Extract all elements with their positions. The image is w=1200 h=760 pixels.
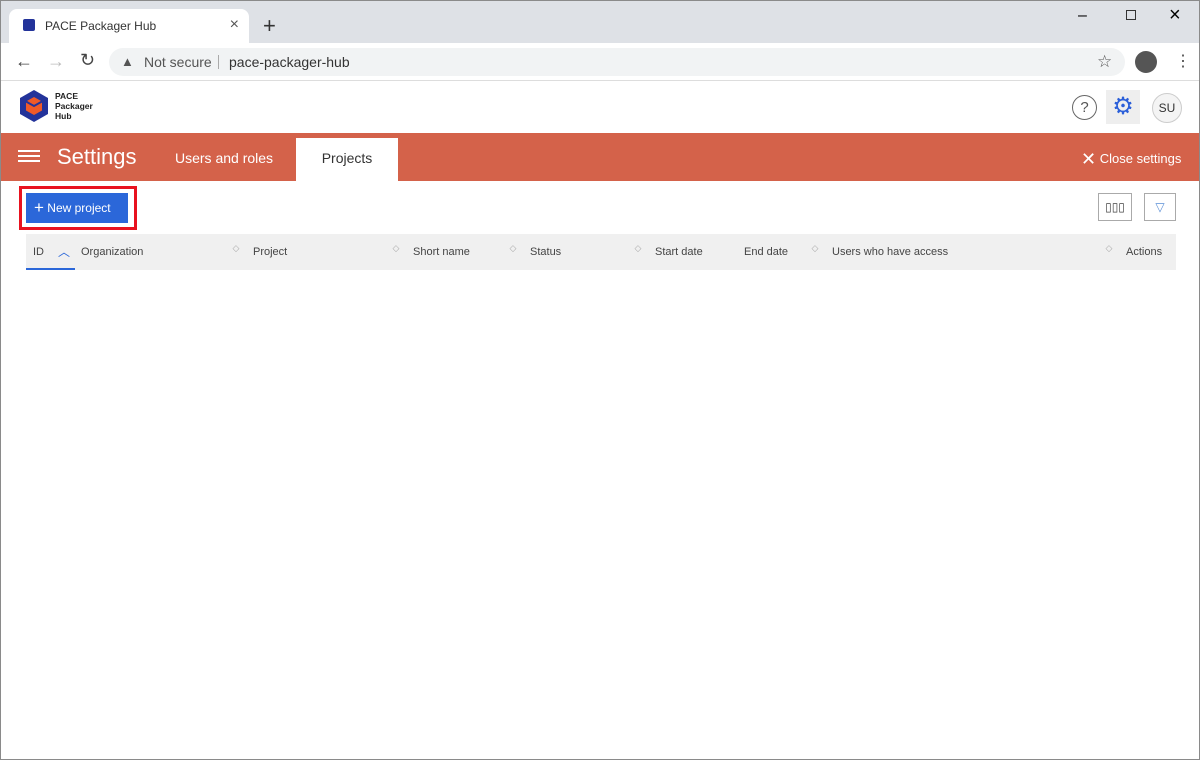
- app-header: [1, 81, 1199, 133]
- sort-indicator: [26, 268, 75, 270]
- tab-close-icon[interactable]: ×: [230, 16, 239, 34]
- column-header-id[interactable]: ID: [33, 246, 44, 258]
- column-header-status[interactable]: Status: [530, 246, 561, 258]
- back-icon[interactable]: ←: [15, 51, 33, 72]
- column-header-users[interactable]: Users who have access: [832, 246, 948, 258]
- user-avatar[interactable]: SU: [1152, 93, 1182, 123]
- tab-projects-label: Projects: [321, 150, 373, 166]
- sort-icon[interactable]: ◇: [392, 244, 400, 253]
- close-settings-button[interactable]: ✕ Close settings: [1081, 149, 1181, 170]
- logo-text: Packager: [55, 101, 93, 111]
- tab-users-and-roles[interactable]: Users and roles: [175, 150, 273, 166]
- minimize-button[interactable]: –: [1078, 7, 1087, 25]
- profile-icon[interactable]: [1135, 51, 1157, 73]
- logo-text: PACE: [55, 91, 78, 101]
- new-tab-button[interactable]: +: [263, 13, 276, 39]
- sort-icon[interactable]: ◇: [634, 244, 642, 253]
- sort-icon[interactable]: ◇: [509, 244, 517, 253]
- column-header-actions: Actions: [1126, 246, 1163, 258]
- column-header-end-date[interactable]: End date: [744, 246, 788, 258]
- bookmark-star-icon[interactable]: ☆: [1097, 48, 1112, 76]
- settings-gear-icon[interactable]: ⚙: [1106, 90, 1140, 124]
- sort-icon[interactable]: ◇: [232, 244, 240, 253]
- help-icon[interactable]: ?: [1072, 95, 1097, 120]
- tab-title: PACE Packager Hub: [45, 19, 157, 33]
- table-header: [26, 234, 1176, 270]
- close-settings-label: Close settings: [1099, 151, 1182, 166]
- hamburger-menu-icon[interactable]: [18, 150, 40, 162]
- maximize-button[interactable]: [1126, 10, 1136, 20]
- sort-icon[interactable]: ◇: [1105, 244, 1113, 253]
- new-project-label: New project: [47, 201, 111, 215]
- column-header-start-date[interactable]: Start date: [655, 246, 703, 258]
- url-bar[interactable]: ▲ Not secure pace-packager-hub ☆: [109, 48, 1125, 76]
- sort-icon[interactable]: ◇: [811, 244, 819, 253]
- reload-icon[interactable]: ↻: [80, 50, 95, 71]
- forward-icon[interactable]: →: [47, 51, 65, 72]
- column-header-short-name[interactable]: Short name: [413, 246, 470, 258]
- favicon-icon: [23, 19, 35, 31]
- column-chooser-button[interactable]: ▯▯▯: [1098, 193, 1132, 221]
- column-header-organization[interactable]: Organization: [81, 246, 143, 258]
- tab-projects[interactable]: Projects: [296, 138, 398, 181]
- app-logo[interactable]: PACE Packager Hub: [19, 89, 93, 128]
- close-icon: ✕: [1081, 149, 1097, 169]
- filter-button[interactable]: ▽: [1144, 193, 1176, 221]
- browser-tab[interactable]: PACE Packager Hub ×: [9, 9, 249, 43]
- close-window-button[interactable]: ×: [1169, 4, 1181, 27]
- url-text[interactable]: pace-packager-hub: [229, 48, 350, 76]
- warning-icon: ▲: [121, 54, 134, 69]
- menu-dots-icon[interactable]: ⋮: [1175, 51, 1191, 71]
- plus-icon: +: [34, 198, 44, 217]
- settings-title: Settings: [57, 144, 137, 169]
- sort-ascending-icon[interactable]: ︿: [58, 243, 70, 260]
- columns-icon: ▯▯▯: [1105, 200, 1125, 214]
- column-header-project[interactable]: Project: [253, 246, 287, 258]
- logo-cube-icon: [20, 90, 48, 122]
- new-project-button[interactable]: + New project: [26, 193, 128, 223]
- logo-text: Hub: [55, 111, 72, 121]
- security-label[interactable]: Not secure: [144, 48, 212, 76]
- filter-icon: ▽: [1155, 200, 1165, 214]
